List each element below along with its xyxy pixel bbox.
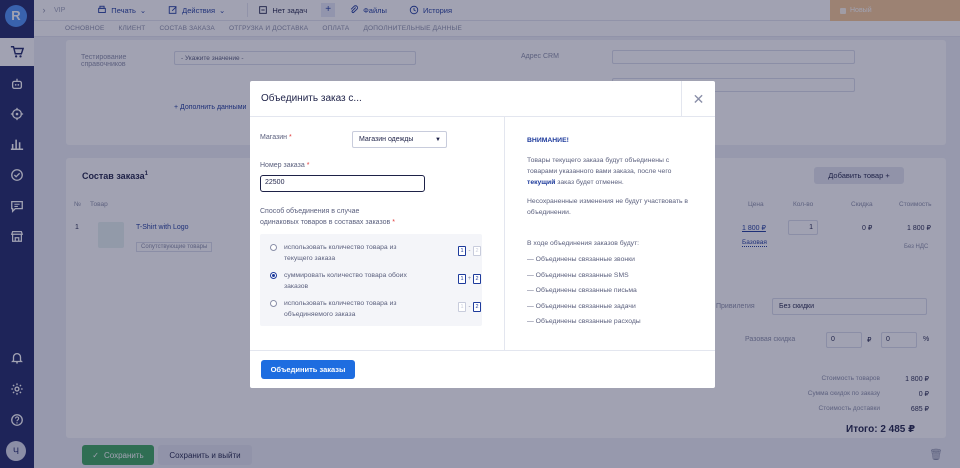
merge-list-item-expenses: — Объединены связанные расходы — [527, 318, 641, 325]
merge-list-title: В ходе объединения заказов будут: — [527, 240, 640, 247]
caret-down-icon: ▼ — [435, 137, 441, 143]
dialog-column-divider — [504, 117, 505, 350]
radio-merged-qty[interactable] — [270, 300, 277, 307]
radio-current-qty[interactable] — [270, 244, 277, 251]
merge-list-item-sms: — Объединены связанные SMS — [527, 272, 629, 279]
merge-order-dialog: Объединить заказ с... ✕ Магазин * Магази… — [250, 81, 715, 388]
order-number-label: Номер заказа * — [260, 162, 310, 169]
merge-list-item-emails: — Объединены связанные письма — [527, 287, 637, 294]
current-qty-icon: 1-2 — [458, 246, 481, 256]
shop-label: Магазин * — [260, 134, 292, 141]
option-sum-qty-text: суммировать количество товара обоих зака… — [284, 272, 407, 290]
option-current-qty-text: использовать количество товара из текуще… — [284, 244, 397, 262]
attention-paragraph-1: Товары текущего заказа будут объединены … — [527, 157, 672, 186]
radio-sum-qty[interactable] — [270, 272, 277, 279]
merge-orders-button[interactable]: Объединить заказы — [261, 360, 355, 379]
shop-select[interactable]: Магазин одежды ▼ — [352, 131, 447, 148]
dialog-header: Объединить заказ с... ✕ — [250, 81, 715, 117]
merge-list-item-tasks: — Объединены связанные задачи — [527, 303, 636, 310]
dialog-title: Объединить заказ с... — [261, 93, 362, 104]
close-icon[interactable]: ✕ — [681, 81, 715, 117]
attention-paragraph-2: Несохраненные изменения не будут участво… — [527, 198, 689, 216]
merge-method-label: Способ объединения в случае одинаковых т… — [260, 208, 395, 226]
sum-qty-icon: 1 +2 — [458, 274, 481, 284]
attention-title: ВНИМАНИЕ! — [527, 137, 569, 144]
merge-options-box: использовать количество товара из текуще… — [260, 234, 482, 326]
option-merged-qty-text: использовать количество товара из объеди… — [284, 300, 397, 318]
merge-list-item-calls: — Объединены связанные звонки — [527, 256, 635, 263]
order-number-input[interactable]: 22500 — [260, 175, 425, 192]
merged-qty-icon: 1-2 — [458, 302, 481, 312]
